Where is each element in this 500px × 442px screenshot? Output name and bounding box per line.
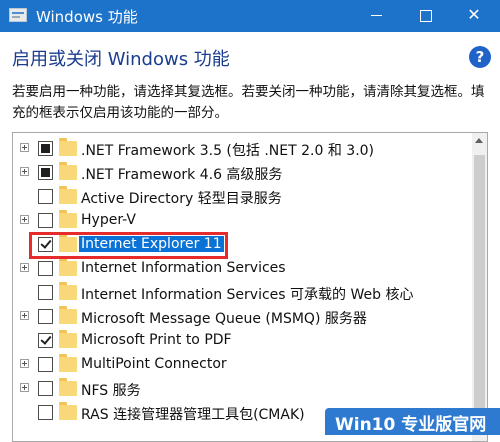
expand-icon[interactable] <box>20 311 29 320</box>
page-title: 启用或关闭 Windows 功能 <box>12 49 230 70</box>
feature-label: NFS 服务 <box>81 383 141 399</box>
feature-label: Active Directory 轻型目录服务 <box>81 191 282 207</box>
expand-icon[interactable] <box>20 215 29 224</box>
help-icon[interactable]: ? <box>469 46 491 68</box>
feature-label: Internet Information Services <box>81 260 286 276</box>
description-text: 若要启用一种功能，请选择其复选框。若要关闭一种功能，请清除其复选框。填充的框表示… <box>12 84 485 121</box>
folder-icon <box>59 306 77 324</box>
window-title: Windows 功能 <box>36 8 138 26</box>
site-watermark: Win10 专业版官网 <box>325 408 500 435</box>
feature-row-hyper-v[interactable]: Hyper-V <box>13 209 473 233</box>
feature-checkbox[interactable] <box>38 141 53 156</box>
maximize-button[interactable] <box>404 0 448 32</box>
feature-checkbox[interactable] <box>38 333 53 348</box>
minimize-button[interactable] <box>354 0 398 32</box>
close-icon: ✕ <box>467 5 481 24</box>
scroll-up-icon[interactable] <box>475 138 483 143</box>
folder-icon <box>59 162 77 180</box>
folder-icon <box>59 378 77 396</box>
feature-row-net46[interactable]: .NET Framework 4.6 高级服务 <box>13 161 473 185</box>
feature-label: .NET Framework 4.6 高级服务 <box>81 167 283 183</box>
feature-list[interactable]: .NET Framework 3.5 (包括 .NET 2.0 和 3.0) .… <box>12 132 488 442</box>
feature-checkbox[interactable] <box>38 285 53 300</box>
folder-icon <box>59 354 77 372</box>
feature-label: MultiPoint Connector <box>81 356 227 372</box>
feature-row-net35[interactable]: .NET Framework 3.5 (包括 .NET 2.0 和 3.0) <box>13 137 473 161</box>
feature-row-multipoint[interactable]: MultiPoint Connector <box>13 353 473 377</box>
scroll-thumb[interactable] <box>474 155 485 425</box>
watermark-text: Win10 专业版官网 <box>335 415 487 435</box>
feature-checkbox[interactable] <box>38 189 53 204</box>
expand-icon[interactable] <box>20 383 29 392</box>
title-bar[interactable]: Windows 功能 ✕ <box>0 0 500 32</box>
feature-row-print-to-pdf[interactable]: Microsoft Print to PDF <box>13 329 473 353</box>
folder-icon <box>59 402 77 420</box>
feature-row-iis[interactable]: Internet Information Services <box>13 257 473 281</box>
expand-icon[interactable] <box>20 263 29 272</box>
feature-row-nfs[interactable]: NFS 服务 <box>13 377 473 401</box>
feature-label: Hyper-V <box>81 212 136 228</box>
feature-label: .NET Framework 3.5 (包括 .NET 2.0 和 3.0) <box>81 143 375 159</box>
folder-icon <box>59 282 77 300</box>
feature-row-msmq[interactable]: Microsoft Message Queue (MSMQ) 服务器 <box>13 305 473 329</box>
feature-label: RAS 连接管理器管理工具包(CMAK) <box>81 407 305 423</box>
expand-icon[interactable] <box>20 143 29 152</box>
feature-checkbox[interactable] <box>38 213 53 228</box>
feature-row-iis-hostable-web-core[interactable]: Internet Information Services 可承载的 Web 核… <box>13 281 473 305</box>
windows-features-icon <box>9 8 27 22</box>
expand-icon[interactable] <box>20 359 29 368</box>
folder-icon <box>59 186 77 204</box>
minimize-icon <box>370 14 382 17</box>
maximize-icon <box>420 9 432 22</box>
folder-icon <box>59 258 77 276</box>
feature-checkbox[interactable] <box>38 405 53 420</box>
vertical-scrollbar[interactable] <box>472 133 487 441</box>
annotation-highlight-box <box>29 232 228 259</box>
expand-icon[interactable] <box>20 167 29 176</box>
feature-label: Microsoft Message Queue (MSMQ) 服务器 <box>81 311 367 327</box>
folder-icon <box>59 138 77 156</box>
feature-checkbox[interactable] <box>38 357 53 372</box>
close-button[interactable]: ✕ <box>452 0 496 32</box>
feature-label: Microsoft Print to PDF <box>81 332 232 348</box>
feature-checkbox[interactable] <box>38 165 53 180</box>
folder-icon <box>59 330 77 348</box>
feature-row-active-directory[interactable]: Active Directory 轻型目录服务 <box>13 185 473 209</box>
feature-label: Internet Information Services 可承载的 Web 核… <box>81 287 414 303</box>
feature-checkbox[interactable] <box>38 309 53 324</box>
feature-checkbox[interactable] <box>38 381 53 396</box>
folder-icon <box>59 210 77 228</box>
feature-checkbox[interactable] <box>38 261 53 276</box>
